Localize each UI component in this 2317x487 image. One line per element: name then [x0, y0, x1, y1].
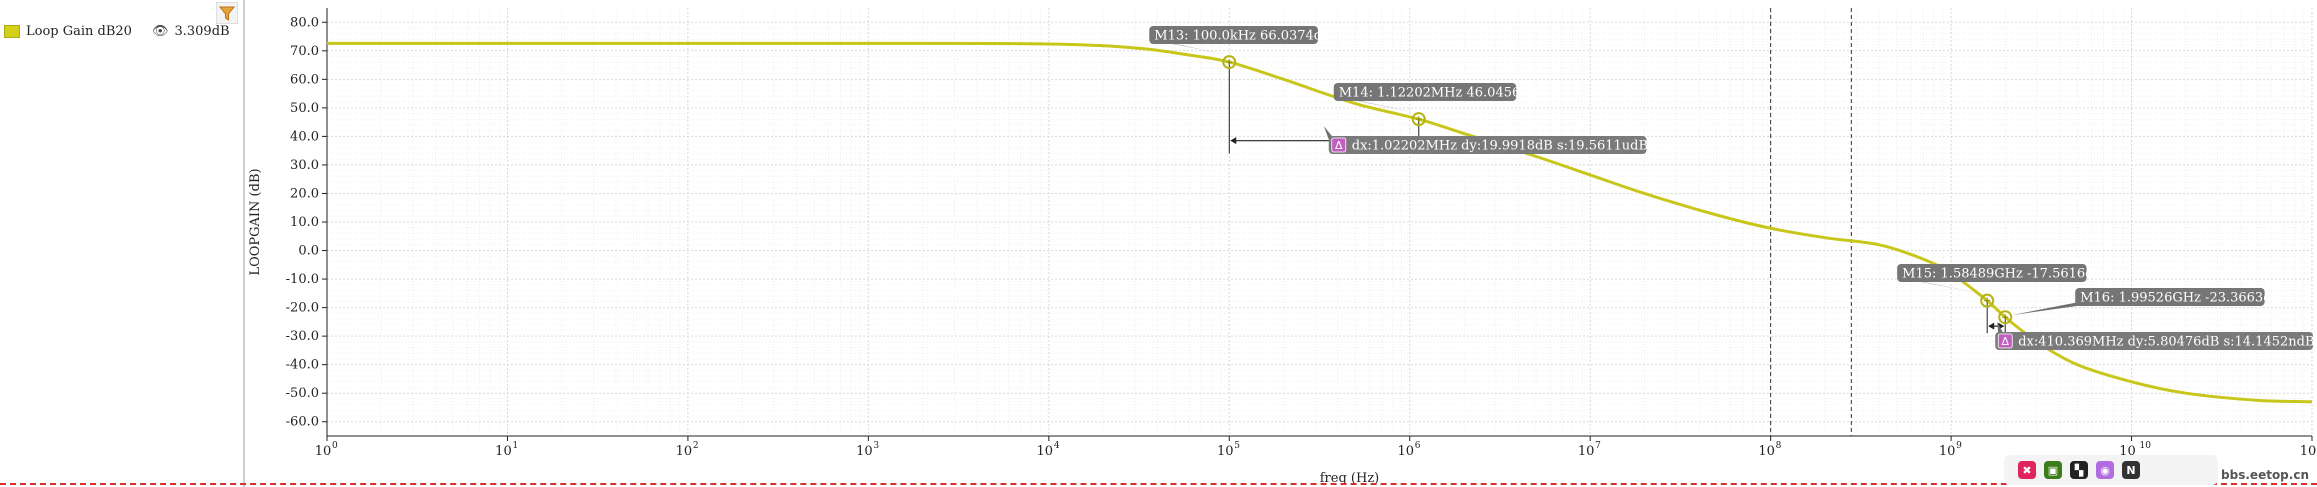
delta-symbol: Δ [1335, 139, 1343, 152]
y-tick-label: 60.0 [290, 72, 319, 87]
legend-entry[interactable]: Loop Gain dB20 👁 3.309dB [4, 22, 230, 40]
x-tick-label: 10 [2300, 444, 2317, 459]
y-tick-label: -10.0 [286, 272, 319, 287]
y-tick-label: 40.0 [290, 129, 319, 144]
y-tick-label: 0.0 [298, 244, 319, 259]
y-tick-label: -50.0 [286, 386, 319, 401]
series-label: Loop Gain dB20 [26, 23, 132, 39]
nvidia-icon[interactable]: ▣ [2044, 461, 2062, 479]
delta-label: dx:1.02202MHz dy:19.9918dB s:19.5611udB/… [1352, 139, 1671, 154]
series-value: 3.309dB [174, 23, 230, 39]
y-tick-label: -40.0 [286, 358, 319, 373]
x-tick-label: 10 [495, 444, 512, 459]
legend-panel: Loop Gain dB20 👁 3.309dB [0, 0, 245, 487]
x-tick-exponent: 3 [873, 441, 879, 451]
filter-icon[interactable] [216, 2, 238, 24]
y-tick-label: 10.0 [290, 215, 319, 230]
purple-app-icon[interactable]: ◉ [2096, 461, 2114, 479]
x-tick-exponent: 10 [2140, 441, 2152, 451]
x-tick-exponent: 2 [693, 441, 699, 451]
y-tick-label: -30.0 [286, 329, 319, 344]
x-tick-exponent: 1 [512, 441, 518, 451]
marker-label: M16: 1.99526GHz -23.3663dB [2080, 291, 2281, 306]
x-tick-exponent: 5 [1234, 441, 1240, 451]
y-tick-label: 30.0 [290, 158, 319, 173]
marker-label: M15: 1.58489GHz -17.5616dB [1902, 267, 2103, 282]
y-tick-label: 50.0 [290, 101, 319, 116]
x-tick-label: 10 [1578, 444, 1595, 459]
taskbar: ✖ ▣ ▚ ◉ N [2004, 455, 2218, 485]
watermark: bbs.eetop.cn [2221, 468, 2309, 482]
delta-symbol: Δ [2001, 335, 2009, 348]
grid-app-icon[interactable]: ▚ [2070, 461, 2088, 479]
x-tick-label: 10 [1217, 444, 1234, 459]
y-tick-label: -60.0 [286, 415, 319, 430]
marker-label: M14: 1.12202MHz 46.0456dB [1339, 86, 1538, 101]
x-tick-label: 10 [856, 444, 873, 459]
x-tick-label: 10 [1939, 444, 1956, 459]
x-tick-exponent: 0 [332, 441, 338, 451]
x-tick-exponent: 9 [1956, 441, 1962, 451]
marker-label: M13: 100.0kHz 66.0374dB [1154, 29, 1331, 44]
x-tick-exponent: 8 [1776, 441, 1782, 451]
x-tick-exponent: 4 [1054, 441, 1060, 451]
x-tick-label: 10 [1758, 444, 1775, 459]
series-swatch [4, 24, 20, 38]
x-tick-label: 10 [1397, 444, 1414, 459]
x-tick-label: 10 [676, 444, 693, 459]
app-red-icon[interactable]: ✖ [2018, 461, 2036, 479]
y-tick-label: -20.0 [286, 301, 319, 316]
loop-gain-chart[interactable]: 80.0 70.0 60.0 50.0 40.0 30.0 20.0 10.0 0.0 -10.0… [245, 0, 2317, 487]
bottom-border [0, 483, 2317, 485]
x-tick-exponent: 7 [1595, 441, 1601, 451]
x-tick-exponent: 6 [1415, 441, 1421, 451]
notion-icon[interactable]: N [2122, 461, 2140, 479]
x-tick-label: 10 [1037, 444, 1054, 459]
delta-label: dx:410.369MHz dy:5.80476dB s:14.1452ndB/… [2018, 335, 2317, 350]
x-tick-label: 10 [315, 444, 332, 459]
y-tick-label: 80.0 [290, 15, 319, 30]
y-axis-label: LOOPGAIN (dB) [248, 168, 263, 275]
y-tick-label: 20.0 [290, 186, 319, 201]
y-tick-label: 70.0 [290, 44, 319, 59]
eye-icon[interactable]: 👁 [152, 24, 169, 39]
